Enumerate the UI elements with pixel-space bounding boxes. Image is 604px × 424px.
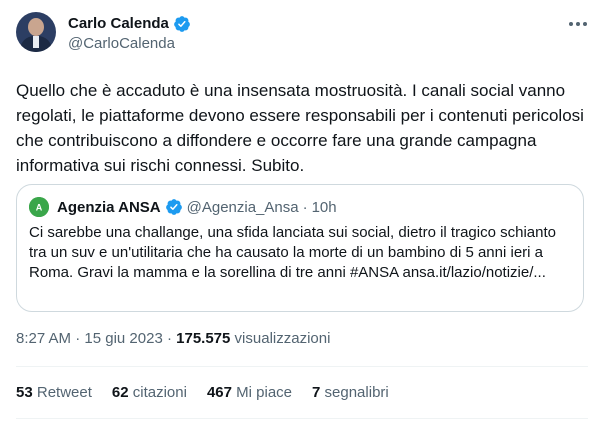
- bookmarks-count: 7: [312, 384, 321, 401]
- quoted-tweet-text: Ci sarebbe una challange, una sfida lanc…: [29, 224, 556, 281]
- quotes-stat[interactable]: 62 citazioni: [112, 384, 187, 401]
- likes-label: Mi piace: [236, 384, 293, 401]
- quoted-author-name[interactable]: Agenzia ANSA: [57, 199, 161, 216]
- meta-separator: ·: [75, 330, 81, 347]
- divider: [16, 366, 588, 367]
- views-count: 175.575: [176, 330, 231, 347]
- author-display-name[interactable]: Carlo Calenda: [68, 14, 169, 34]
- author-handle[interactable]: @CarloCalenda: [68, 34, 175, 54]
- quotes-count: 62: [111, 384, 129, 401]
- author-name-row: Carlo Calenda: [68, 14, 191, 34]
- retweets-count: 53: [16, 384, 33, 401]
- more-dot-icon: [583, 22, 587, 26]
- quoted-tweet-header: A Agenzia ANSA @Agenzia_Ansa · 10h: [29, 197, 337, 217]
- quoted-author-handle[interactable]: @Agenzia_Ansa: [187, 199, 299, 216]
- quoted-author-avatar[interactable]: A: [29, 197, 49, 217]
- ansa-logo-icon: A: [29, 197, 49, 217]
- divider: [16, 418, 588, 419]
- meta-separator: ·: [166, 330, 172, 347]
- likes-stat[interactable]: 467 Mi piace: [207, 384, 292, 401]
- quoted-time[interactable]: 10h: [312, 199, 337, 216]
- likes-count: 467: [206, 384, 232, 401]
- ansa-logo-text: A: [36, 203, 43, 213]
- more-dot-icon: [576, 22, 580, 26]
- quotes-label: citazioni: [132, 384, 187, 401]
- avatar-shirt: [33, 36, 39, 48]
- tweet-stats: 53 Retweet 62 citazioni 467 Mi piace 7 s…: [16, 384, 389, 401]
- retweets-stat[interactable]: 53 Retweet: [16, 384, 92, 401]
- tweet-time[interactable]: 8:27 AM: [16, 330, 71, 347]
- bookmarks-stat[interactable]: 7 segnalibri: [312, 384, 389, 401]
- retweets-label: Retweet: [36, 384, 92, 401]
- bookmarks-label: segnalibri: [324, 384, 389, 401]
- quoted-tweet[interactable]: A Agenzia ANSA @Agenzia_Ansa · 10h Ci sa…: [16, 184, 584, 312]
- verified-badge-icon: [165, 198, 183, 216]
- avatar-head: [28, 18, 44, 36]
- more-options-button[interactable]: [564, 14, 592, 34]
- more-dot-icon: [569, 22, 573, 26]
- verified-badge-icon: [173, 15, 191, 33]
- quoted-separator: ·: [302, 198, 308, 216]
- tweet-text: Quello che è accaduto è una insensata mo…: [16, 81, 584, 175]
- tweet-card: Carlo Calenda @CarloCalenda Quello che è…: [0, 0, 604, 424]
- author-avatar[interactable]: [16, 12, 56, 52]
- tweet-meta: 8:27 AM · 15 giu 2023 · 175.575 visualiz…: [16, 330, 330, 347]
- tweet-date[interactable]: 15 giu 2023: [84, 330, 162, 347]
- views-label: visualizzazioni: [234, 330, 331, 347]
